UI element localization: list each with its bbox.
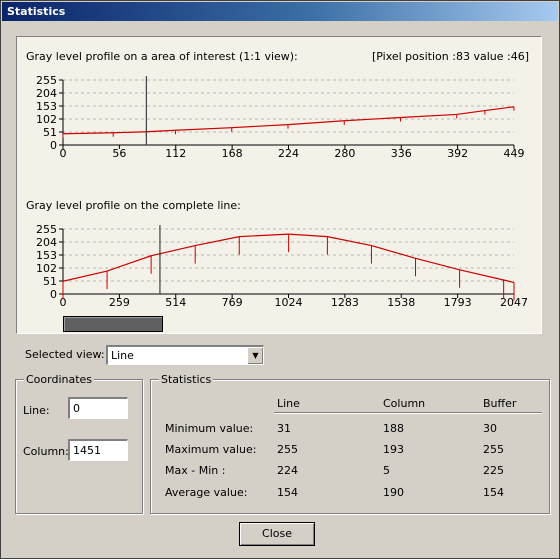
x-tick-label: 56 <box>112 147 126 160</box>
avg-buffer: 154 <box>483 486 504 499</box>
column-input[interactable] <box>68 439 128 461</box>
statistics-window: Statistics Gray level profile on a area … <box>0 0 560 559</box>
area-profile-chart[interactable]: 2552041531025100 56 112 168 224 280 336 392 4492… <box>17 37 541 333</box>
selected-view-dropdown[interactable]: Line ▼ <box>106 345 264 365</box>
x-tick-label: 769 <box>222 296 243 309</box>
profile-panel: Gray level profile on a area of interest… <box>16 36 542 334</box>
x-tick-label: 224 <box>278 147 299 160</box>
y-tick-label: 153 <box>36 100 57 113</box>
x-tick-label: 280 <box>334 147 355 160</box>
x-tick-label: 1283 <box>331 296 359 309</box>
y-tick-label: 255 <box>36 74 57 87</box>
y-tick-label: 51 <box>43 126 57 139</box>
y-tick-label: 204 <box>36 87 57 100</box>
min-line: 31 <box>277 422 291 435</box>
range-column: 5 <box>383 464 390 477</box>
avg-label: Average value: <box>165 486 248 499</box>
y-tick-label: 0 <box>50 288 57 301</box>
y-tick-label: 0 <box>50 139 57 152</box>
min-buffer: 30 <box>483 422 497 435</box>
x-tick-label: 1793 <box>444 296 472 309</box>
column-label: Column: <box>23 445 69 458</box>
window-title: Statistics <box>7 5 66 18</box>
x-tick-label: 1538 <box>387 296 415 309</box>
header-line: Line <box>277 397 300 410</box>
avg-line: 154 <box>277 486 298 499</box>
y-tick-label: 153 <box>36 249 57 262</box>
header-buffer: Buffer <box>483 397 517 410</box>
max-line: 255 <box>277 443 298 456</box>
line-input[interactable] <box>68 397 128 419</box>
max-label: Maximum value: <box>165 443 257 456</box>
line-label: Line: <box>23 404 50 417</box>
y-tick-label: 204 <box>36 236 57 249</box>
x-tick-label: 0 <box>60 147 67 160</box>
y-tick-label: 102 <box>36 262 57 275</box>
selected-view-value: Line <box>111 349 134 362</box>
header-separator <box>274 412 542 414</box>
header-column: Column <box>383 397 426 410</box>
y-tick-label: 255 <box>36 223 57 236</box>
x-tick-label: 1024 <box>275 296 303 309</box>
range-label: Max - Min : <box>165 464 226 477</box>
y-tick-label: 102 <box>36 113 57 126</box>
min-column: 188 <box>383 422 404 435</box>
avg-column: 190 <box>383 486 404 499</box>
profile2-title: Gray level profile on the complete line: <box>26 199 241 212</box>
x-tick-label: 259 <box>109 296 130 309</box>
statistics-title: Statistics <box>159 373 214 386</box>
range-line: 224 <box>277 464 298 477</box>
x-tick-label: 168 <box>222 147 243 160</box>
max-column: 193 <box>383 443 404 456</box>
chevron-down-icon[interactable]: ▼ <box>247 347 263 364</box>
profile-series-line <box>62 106 515 135</box>
selected-view-label: Selected view: <box>25 348 105 361</box>
coordinates-title: Coordinates <box>24 373 95 386</box>
min-label: Minimum value: <box>165 422 254 435</box>
max-buffer: 255 <box>483 443 504 456</box>
x-tick-label: 449 <box>504 147 525 160</box>
y-tick-label: 51 <box>43 275 57 288</box>
x-tick-label: 392 <box>447 147 468 160</box>
x-tick-label: 336 <box>391 147 412 160</box>
range-buffer: 225 <box>483 464 504 477</box>
line-scrollbar-thumb[interactable] <box>63 316 163 332</box>
close-button[interactable]: Close <box>239 522 315 546</box>
x-tick-label: 514 <box>165 296 186 309</box>
x-tick-label: 112 <box>165 147 186 160</box>
title-bar[interactable]: Statistics <box>2 2 558 21</box>
